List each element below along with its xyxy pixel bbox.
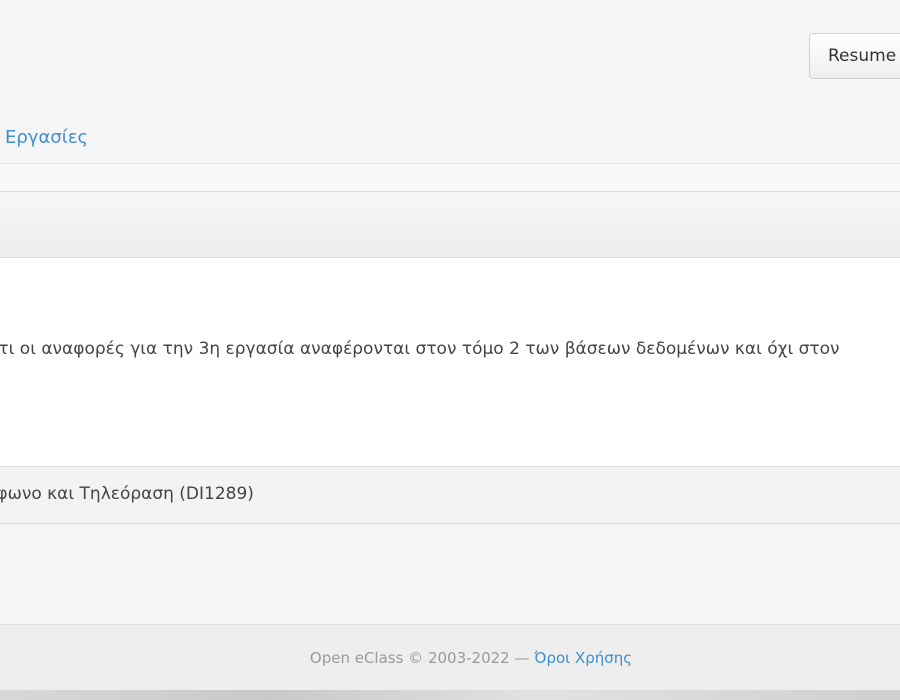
copyright-text: Open eClass © 2003-2022 — bbox=[309, 649, 535, 667]
footer-line: Open eClass © 2003-2022 — Όροι Χρήσης bbox=[0, 649, 900, 667]
breadcrumb: Εργασίες bbox=[0, 113, 900, 164]
section-divider bbox=[0, 164, 900, 192]
top-toolbar: Resume bbox=[0, 0, 900, 113]
announcement-text: ότι οι αναφορές για την 3η εργασία αναφέ… bbox=[0, 339, 840, 359]
breadcrumb-item-assignments[interactable]: Εργασίες bbox=[5, 127, 88, 148]
page: Resume Εργασίες ς ότι οι αναφορές για τη… bbox=[0, 0, 900, 700]
terms-of-use-link[interactable]: Όροι Χρήσης bbox=[534, 649, 632, 667]
announcement-panel-footer: όφωνο και Τηλεόραση (DI1289) bbox=[0, 467, 900, 524]
bottom-decoration bbox=[0, 690, 900, 700]
announcement-panel-heading: ς bbox=[0, 192, 900, 258]
announcement-panel-body: ότι οι αναφορές για την 3η εργασία αναφέ… bbox=[0, 258, 900, 467]
content-spacer bbox=[0, 524, 900, 624]
site-footer: Open eClass © 2003-2022 — Όροι Χρήσης bbox=[0, 624, 900, 700]
course-name: όφωνο και Τηλεόραση (DI1289) bbox=[0, 484, 254, 504]
resume-button[interactable]: Resume bbox=[809, 33, 900, 79]
